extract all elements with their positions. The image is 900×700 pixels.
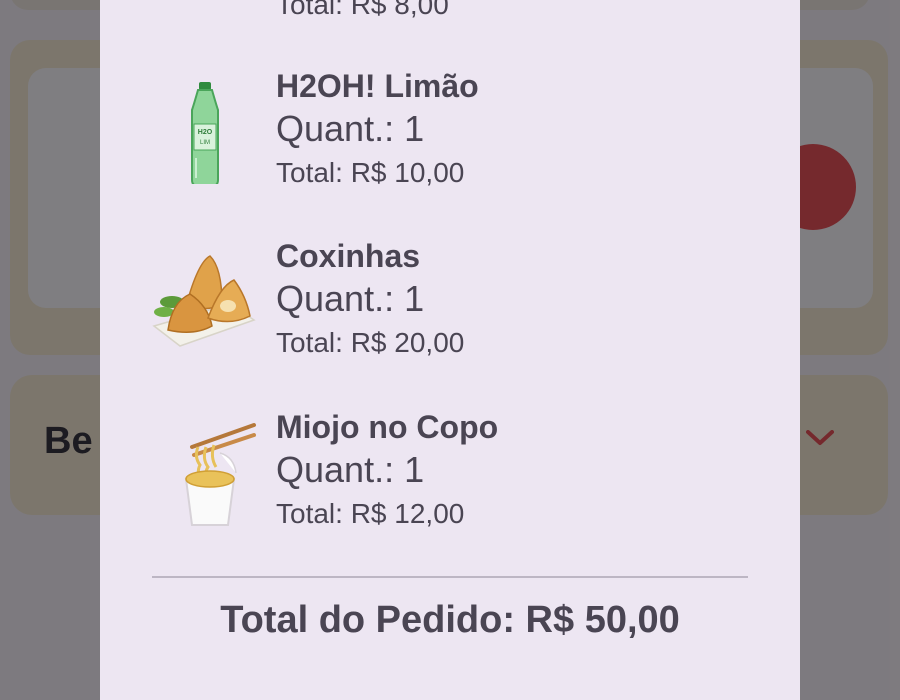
- order-item: Coxinhas Quant.: 1 Total: R$ 20,00: [100, 238, 800, 368]
- item-quantity: Quant.: 1: [276, 449, 425, 490]
- item-total: Total: R$ 20,00: [276, 327, 465, 358]
- order-item: Total: R$ 8,00: [100, 0, 800, 20]
- order-summary-sheet: Total: R$ 8,00 H2O LIM H2OH! Limão Quant…: [100, 0, 800, 700]
- item-name: Miojo no Copo: [276, 409, 499, 445]
- order-total: Total do Pedido: R$ 50,00: [220, 599, 680, 641]
- item-name: H2OH! Limão: [276, 68, 479, 104]
- item-total: Total: R$ 8,00: [276, 0, 449, 20]
- svg-text:LIM: LIM: [200, 140, 210, 146]
- order-item: H2O LIM H2OH! Limão Quant.: 1 Total: R$ …: [100, 68, 800, 198]
- item-total: Total: R$ 10,00: [276, 157, 465, 188]
- svg-text:H2O: H2O: [198, 129, 213, 136]
- divider: [152, 576, 748, 578]
- order-item: Miojo no Copo Quant.: 1 Total: R$ 12,00: [100, 409, 800, 539]
- green-bottle-icon: H2O LIM: [191, 82, 219, 184]
- item-quantity: Quant.: 1: [276, 108, 425, 149]
- item-total: Total: R$ 12,00: [276, 498, 465, 529]
- coxinha-icon: [152, 255, 256, 347]
- noodle-cup-icon: [184, 423, 256, 526]
- item-name: Coxinhas: [276, 238, 421, 274]
- item-quantity: Quant.: 1: [276, 278, 425, 319]
